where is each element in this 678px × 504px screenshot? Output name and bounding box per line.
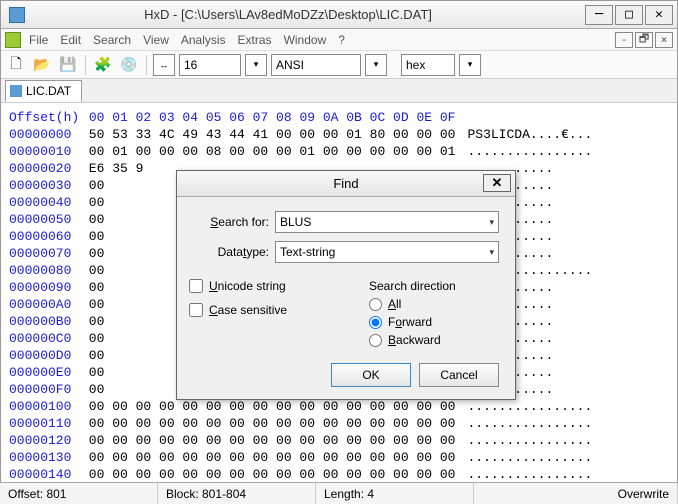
- hex-row[interactable]: 00000100 00 00 00 00 00 00 00 00 00 00 0…: [9, 398, 669, 415]
- minimize-button[interactable]: ─: [585, 5, 613, 25]
- menu-edit[interactable]: Edit: [60, 33, 81, 47]
- charset-field[interactable]: [272, 55, 352, 75]
- menu-bar: File Edit Search View Analysis Extras Wi…: [1, 29, 677, 51]
- direction-all-radio[interactable]: All: [369, 297, 499, 311]
- new-file-button[interactable]: 🗋: [5, 54, 27, 76]
- menu-search[interactable]: Search: [93, 33, 131, 47]
- mdi-minimize-button[interactable]: -: [615, 32, 633, 48]
- hex-row[interactable]: 00000140 00 00 00 00 00 00 00 00 00 00 0…: [9, 466, 669, 483]
- maximize-button[interactable]: □: [615, 5, 643, 25]
- close-button[interactable]: ✕: [645, 5, 673, 25]
- dialog-titlebar[interactable]: Find ✕: [177, 171, 515, 197]
- hex-row[interactable]: 00000110 00 00 00 00 00 00 00 00 00 00 0…: [9, 415, 669, 432]
- dialog-close-button[interactable]: ✕: [483, 174, 511, 192]
- tab-label: LIC.DAT: [26, 84, 71, 98]
- datatype-value: Text-string: [280, 245, 335, 259]
- offset-base-select[interactable]: [401, 54, 455, 76]
- unicode-checkbox[interactable]: Unicode string: [189, 279, 369, 293]
- search-for-input[interactable]: BLUS ▾: [275, 211, 499, 233]
- tab-strip: LIC.DAT: [1, 79, 677, 103]
- status-block: Block: 801-804: [158, 483, 316, 504]
- dialog-title: Find: [333, 176, 358, 191]
- charset-dropdown-arrow[interactable]: ▾: [365, 54, 387, 76]
- menu-window[interactable]: Window: [284, 33, 327, 47]
- offset-base-dropdown-arrow[interactable]: ▾: [459, 54, 481, 76]
- chevron-down-icon: ▾: [489, 217, 494, 228]
- title-bar: HxD - [C:\Users\LAv8edMoDZz\Desktop\LIC.…: [1, 1, 677, 29]
- bytes-dropdown-arrow[interactable]: ▾: [245, 54, 267, 76]
- case-sensitive-checkbox[interactable]: Case sensitive: [189, 303, 369, 317]
- menu-view[interactable]: View: [143, 33, 169, 47]
- chevron-down-icon: ▾: [489, 247, 494, 258]
- ok-button[interactable]: OK: [331, 363, 411, 387]
- toolbar-separator: [146, 55, 147, 75]
- toolbar-separator: [85, 55, 86, 75]
- bytes-per-row-field[interactable]: [180, 55, 240, 75]
- status-mode: Overwrite: [610, 483, 678, 504]
- menu-analysis[interactable]: Analysis: [181, 33, 226, 47]
- bytes-per-row-dropdown-arrow[interactable]: ↔: [153, 54, 175, 76]
- offset-header: Offset(h): [9, 109, 81, 126]
- open-file-button[interactable]: 📂: [31, 54, 53, 76]
- datatype-label: Datatype:: [218, 245, 269, 259]
- hex-row[interactable]: 00000130 00 00 00 00 00 00 00 00 00 00 0…: [9, 449, 669, 466]
- save-file-button[interactable]: 💾: [57, 54, 79, 76]
- search-for-value: BLUS: [280, 215, 311, 229]
- open-ram-button[interactable]: 🧩: [92, 54, 114, 76]
- datatype-select[interactable]: Text-string ▾: [275, 241, 499, 263]
- direction-forward-radio[interactable]: Forward: [369, 315, 499, 329]
- hex-row[interactable]: 00000120 00 00 00 00 00 00 00 00 00 00 0…: [9, 432, 669, 449]
- document-tab[interactable]: LIC.DAT: [5, 80, 82, 102]
- search-direction-label: Search direction: [369, 279, 499, 293]
- direction-backward-radio[interactable]: Backward: [369, 333, 499, 347]
- hxd-icon: [5, 32, 21, 48]
- window-title: HxD - [C:\Users\LAv8edMoDZz\Desktop\LIC.…: [33, 7, 583, 22]
- mdi-close-button[interactable]: ×: [655, 32, 673, 48]
- status-bar: Offset: 801 Block: 801-804 Length: 4 Ove…: [0, 482, 678, 504]
- menu-help[interactable]: ?: [338, 33, 345, 47]
- columns-header: 00 01 02 03 04 05 06 07 08 09 0A 0B 0C 0…: [89, 110, 456, 125]
- charset-select[interactable]: [271, 54, 361, 76]
- bytes-per-row-input[interactable]: [179, 54, 241, 76]
- hex-row[interactable]: 00000010 00 01 00 00 00 08 00 00 00 01 0…: [9, 143, 669, 160]
- find-dialog: Find ✕ Search for: BLUS ▾ Datatype: Text-…: [176, 170, 516, 400]
- document-icon: [10, 85, 22, 97]
- status-offset: Offset: 801: [0, 483, 158, 504]
- open-disk-button[interactable]: 💿: [118, 54, 140, 76]
- search-for-label: Search for:: [210, 215, 269, 229]
- offset-base-field[interactable]: [402, 55, 446, 75]
- mdi-restore-button[interactable]: 🗗: [635, 32, 653, 48]
- menu-extras[interactable]: Extras: [238, 33, 272, 47]
- status-length: Length: 4: [316, 483, 474, 504]
- app-icon: [9, 7, 25, 23]
- toolbar: 🗋 📂 💾 🧩 💿 ↔ ▾ ▾ ▾: [1, 51, 677, 79]
- cancel-button[interactable]: Cancel: [419, 363, 499, 387]
- menu-file[interactable]: File: [29, 33, 48, 47]
- hex-row[interactable]: 00000000 50 53 33 4C 49 43 44 41 00 00 0…: [9, 126, 669, 143]
